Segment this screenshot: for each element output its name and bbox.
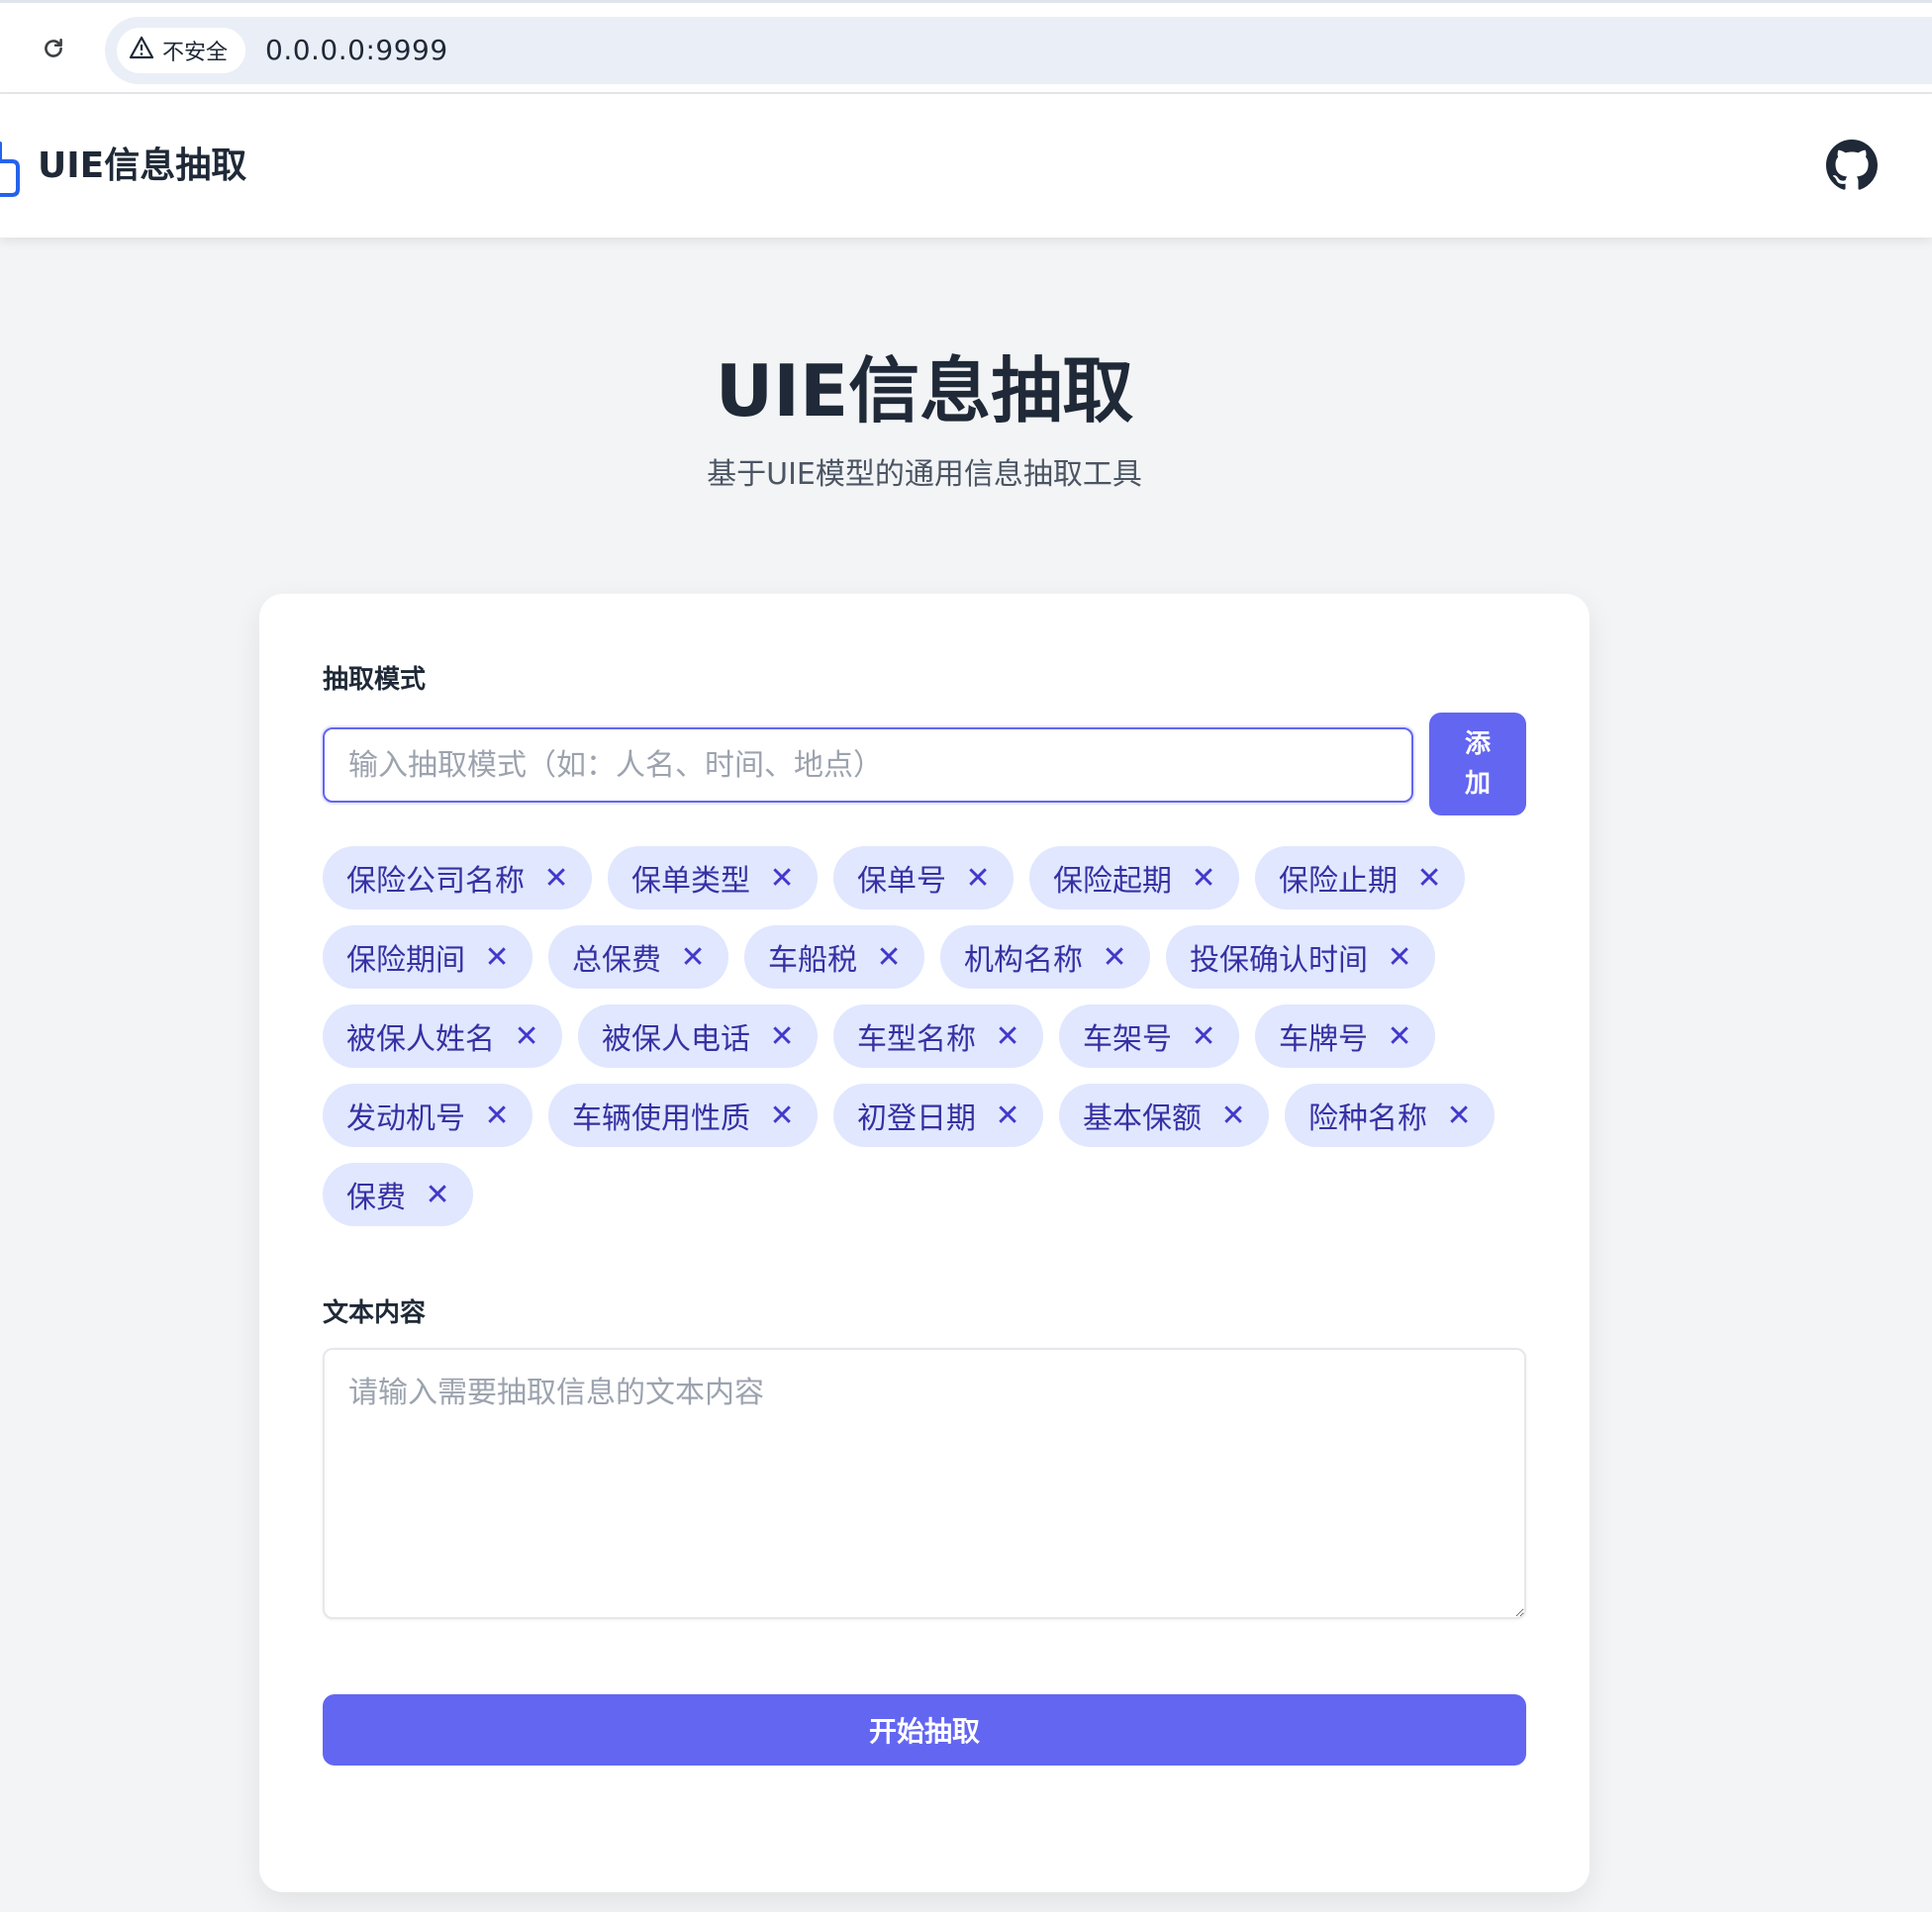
schema-input[interactable] [323,727,1413,803]
schema-label: 抽取模式 [323,665,427,695]
start-extraction-button[interactable]: 开始抽取 [323,1694,1526,1766]
security-label: 不安全 [162,41,229,65]
remove-tag-icon[interactable]: ✕ [484,940,509,975]
remove-tag-icon[interactable]: ✕ [514,1019,538,1054]
page-subtitle: 基于UIE模型的通用信息抽取工具 [707,457,1142,492]
schema-tag-label: 初登日期 [857,1101,976,1136]
warning-icon [129,36,154,65]
remove-tag-icon[interactable]: ✕ [769,1099,794,1133]
text-label: 文本内容 [323,1298,427,1328]
schema-tag: 被保人电话 ✕ [578,1004,818,1068]
add-schema-button[interactable]: 添加 [1429,713,1526,815]
schema-tag: 保险期间 ✕ [323,925,532,989]
schema-tag-label: 被保人电话 [602,1022,750,1057]
schema-tag: 发动机号 ✕ [323,1084,532,1147]
remove-tag-icon[interactable]: ✕ [484,1099,509,1133]
schema-tag: 车型名称 ✕ [833,1004,1043,1068]
remove-tag-icon[interactable]: ✕ [995,1099,1019,1133]
schema-tag-label: 保费 [346,1181,406,1215]
schema-tag-label: 保险止期 [1279,864,1398,899]
remove-tag-icon[interactable]: ✕ [1446,1099,1471,1133]
remove-tag-icon[interactable]: ✕ [680,940,705,975]
schema-tag-label: 保单号 [857,864,946,899]
text-content-input[interactable] [323,1348,1526,1619]
remove-tag-icon[interactable]: ✕ [425,1178,449,1212]
app-header: UIE信息抽取 [0,94,1932,238]
remove-tag-icon[interactable]: ✕ [1102,940,1126,975]
remove-tag-icon[interactable]: ✕ [1387,940,1411,975]
schema-tag-label: 车牌号 [1279,1022,1368,1057]
schema-tag: 初登日期 ✕ [833,1084,1043,1147]
extraction-card: 抽取模式 添加 保险公司名称✕保单类型✕保单号✕保险起期✕保险止期✕保险期间✕总… [259,594,1590,1892]
logo-icon [0,136,24,197]
address-bar[interactable]: 不安全 0.0.0.0:9999 [105,17,1932,84]
schema-tag: 保单类型 ✕ [608,846,818,909]
schema-tag: 保险公司名称 ✕ [323,846,592,909]
schema-tag-label: 保险公司名称 [346,864,525,899]
schema-tag: 车船税 ✕ [744,925,924,989]
schema-tag: 险种名称 ✕ [1285,1084,1495,1147]
schema-tag-label: 总保费 [572,943,661,978]
reload-icon[interactable] [38,33,69,64]
schema-tag-label: 保单类型 [631,864,750,899]
url-text[interactable]: 0.0.0.0:9999 [265,17,448,84]
schema-tag-label: 保险期间 [346,943,465,978]
schema-tag-label: 车船税 [768,943,857,978]
remove-tag-icon[interactable]: ✕ [876,940,901,975]
schema-tag: 基本保额 ✕ [1059,1084,1269,1147]
remove-tag-icon[interactable]: ✕ [1387,1019,1411,1054]
security-chip[interactable]: 不安全 [117,28,246,73]
remove-tag-icon[interactable]: ✕ [769,1019,794,1054]
remove-tag-icon[interactable]: ✕ [965,861,990,896]
schema-tag: 投保确认时间 ✕ [1166,925,1435,989]
schema-tag-label: 发动机号 [346,1101,465,1136]
remove-tag-icon[interactable]: ✕ [1191,1019,1215,1054]
schema-tag-label: 基本保额 [1083,1101,1202,1136]
schema-tag: 保险起期 ✕ [1029,846,1239,909]
browser-toolbar: 不安全 0.0.0.0:9999 [0,0,1932,94]
schema-tag-label: 车辆使用性质 [572,1101,750,1136]
schema-tag: 保单号 ✕ [833,846,1014,909]
schema-tag: 车架号 ✕ [1059,1004,1239,1068]
schema-tag: 总保费 ✕ [548,925,728,989]
schema-tag-label: 保险起期 [1053,864,1172,899]
schema-tag: 车辆使用性质 ✕ [548,1084,818,1147]
app-title: UIE信息抽取 [38,145,247,186]
remove-tag-icon[interactable]: ✕ [1191,861,1215,896]
schema-tag-label: 险种名称 [1308,1101,1427,1136]
schema-tag-label: 车型名称 [857,1022,976,1057]
page-title: UIE信息抽取 [715,349,1134,432]
schema-tag: 被保人姓名 ✕ [323,1004,562,1068]
schema-tag-list: 保险公司名称 ✕ 保单类型 ✕ 保单号 ✕ 保险起期 ✕ 保险止期 ✕ 保险期间 ✕ 总保费 ✕ 车船税 ✕ 机… [323,846,1530,1226]
schema-tag: 车牌号 ✕ [1255,1004,1435,1068]
schema-tag: 保险止期 ✕ [1255,846,1465,909]
schema-tag: 保费 ✕ [323,1163,473,1226]
schema-tag-label: 机构名称 [964,943,1083,978]
remove-tag-icon[interactable]: ✕ [1416,861,1441,896]
remove-tag-icon[interactable]: ✕ [1220,1099,1245,1133]
schema-tag-label: 被保人姓名 [346,1022,495,1057]
schema-tag-label: 投保确认时间 [1190,943,1368,978]
github-icon[interactable] [1826,140,1878,191]
remove-tag-icon[interactable]: ✕ [769,861,794,896]
remove-tag-icon[interactable]: ✕ [995,1019,1019,1054]
schema-tag-label: 车架号 [1083,1022,1172,1057]
remove-tag-icon[interactable]: ✕ [543,861,568,896]
schema-tag: 机构名称 ✕ [940,925,1150,989]
